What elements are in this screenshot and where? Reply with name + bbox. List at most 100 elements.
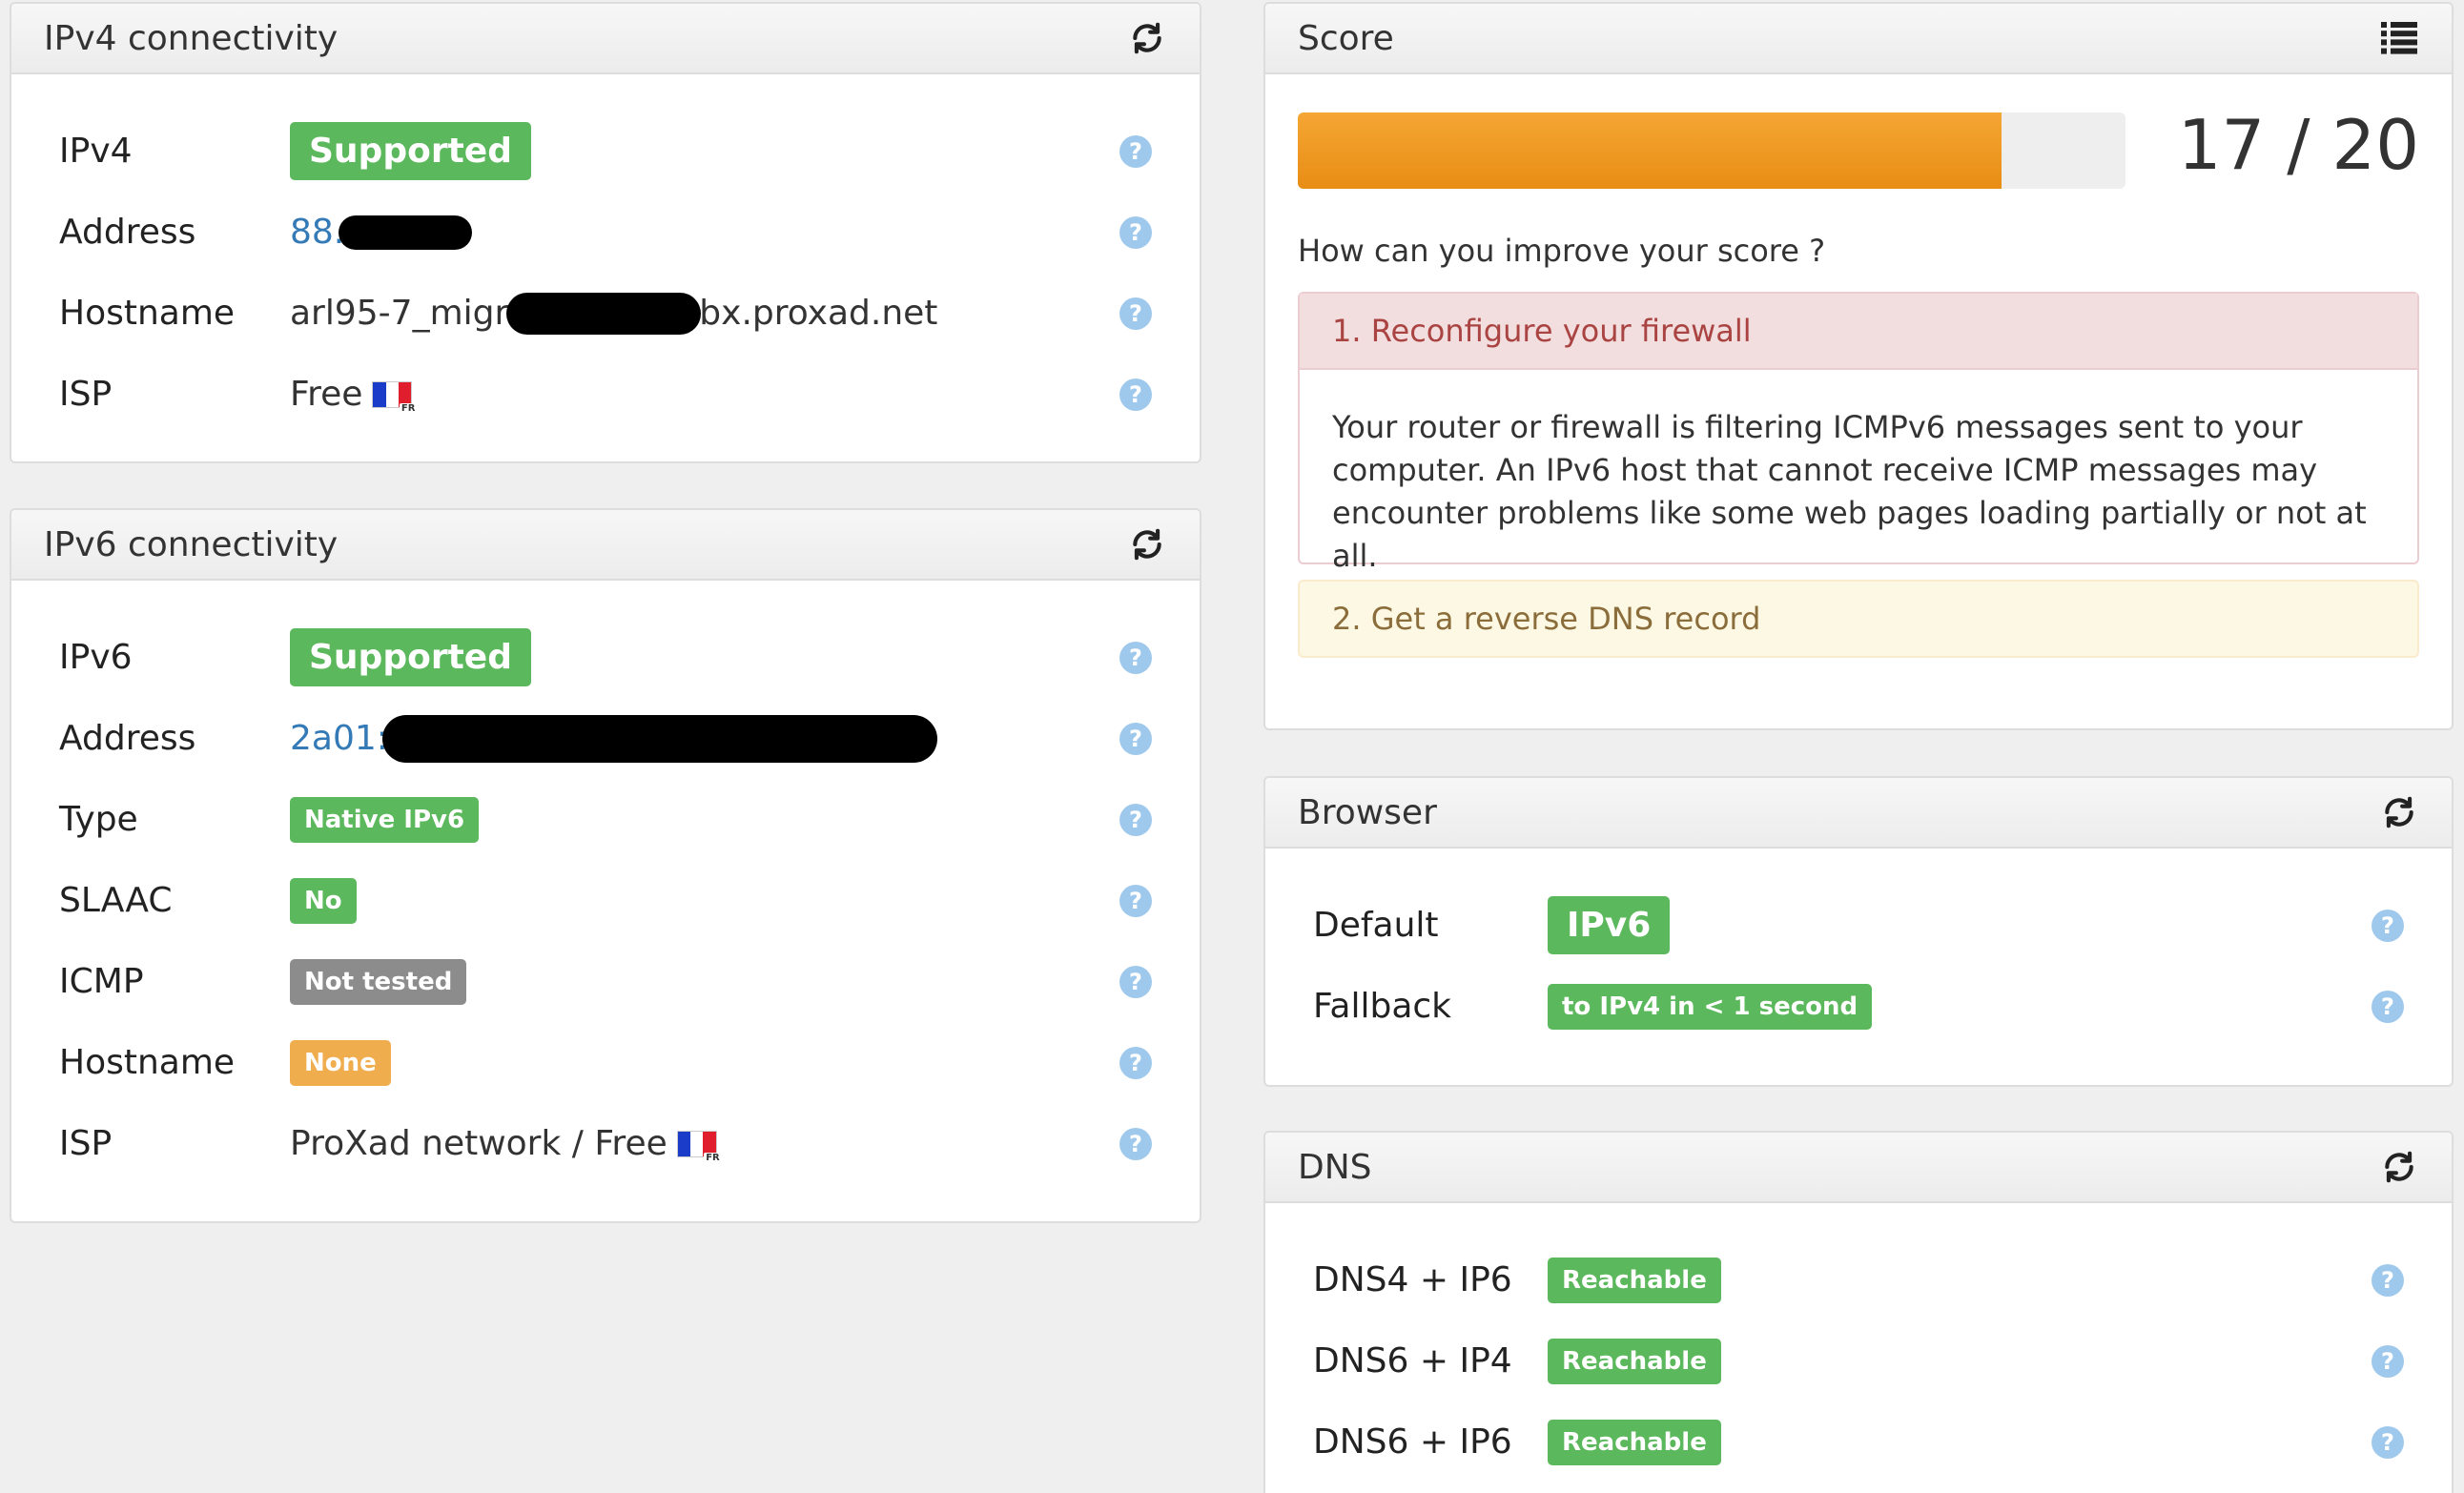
ipv6-hostname-badge: None [290,1039,391,1086]
browser-refresh-icon[interactable] [2379,792,2419,832]
ipv6-address-row: Address 2a01: ? [11,698,1200,779]
ipv6-refresh-icon[interactable] [1127,524,1167,564]
dns6-ip6-row: DNS6 + IP6 Reachable ? [1265,1401,2452,1483]
dns6-ip6-label: DNS6 + IP6 [1313,1422,1512,1462]
help-icon[interactable]: ? [1119,1127,1152,1160]
ipv6-panel-body: IPv6 Supported ? Address 2a01: ? Type Na… [11,581,1200,1221]
score-panel-title: Score [1298,18,1394,58]
help-icon[interactable]: ? [2372,1344,2404,1378]
ipv4-refresh-icon[interactable] [1127,18,1167,58]
help-icon[interactable]: ? [1119,884,1152,917]
ipv6-isp-label: ISP [59,1124,113,1163]
help-icon[interactable]: ? [1119,722,1152,755]
ipv6-address-link[interactable]: 2a01: [290,719,388,758]
dns4-ip6-label: DNS4 + IP6 [1313,1260,1512,1299]
ipv4-supported-badge: Supported [290,122,531,180]
ipv6-status-label: IPv6 [59,638,133,677]
dns-panel-body: DNS4 + IP6 Reachable ? DNS6 + IP4 Reacha… [1265,1203,2452,1493]
help-icon[interactable]: ? [1119,641,1152,674]
ipv6-status-row: IPv6 Supported ? [11,617,1200,698]
help-icon[interactable]: ? [1119,134,1152,168]
help-icon[interactable]: ? [1119,965,1152,998]
ipv6-type-badge: Native IPv6 [290,796,480,843]
ipv6-slaac-row: SLAAC No ? [11,860,1200,941]
score-progress-bar [1298,112,2125,189]
dns-refresh-icon[interactable] [2379,1147,2419,1187]
ipv4-panel-header: IPv4 connectivity [11,4,1200,74]
score-value: 17 / 20 [2177,105,2419,185]
ipv6-icmp-label: ICMP [59,962,144,1001]
ipv4-hostname-label: Hostname [59,294,236,333]
browser-default-row: Default IPv6 ? [1265,885,2452,966]
ipv4-hostname-suffix: bx.proxad.net [699,294,938,333]
browser-fallback-row: Fallback to IPv4 in < 1 second ? [1265,966,2452,1047]
france-flag-icon: FR [676,1130,722,1164]
browser-fallback-label: Fallback [1313,987,1452,1026]
reverse-dns-tip[interactable]: 2. Get a reverse DNS record [1298,580,2419,658]
help-icon[interactable]: ? [1119,378,1152,411]
ipv6-icmp-badge: Not tested [290,958,467,1005]
ipv4-status-label: IPv4 [59,132,133,171]
firewall-tip-body: Your router or firewall is filtering ICM… [1332,409,2367,574]
score-panel-header: Score [1265,4,2452,74]
ipv6-slaac-badge: No [290,877,357,924]
ipv6-hostname-row: Hostname None ? [11,1022,1200,1103]
ipv4-isp-row: ISP Free FR ? [11,354,1200,435]
help-icon[interactable]: ? [1119,215,1152,249]
help-icon[interactable]: ? [2372,1425,2404,1459]
dns-panel-header: DNS [1265,1133,2452,1203]
list-icon[interactable] [2379,18,2419,58]
ipv6-supported-badge: Supported [290,628,531,686]
ipv4-address-label: Address [59,213,196,252]
ipv6-panel-header: IPv6 connectivity [11,510,1200,581]
score-panel: Score 17 / 20 How can you improve your s… [1263,2,2454,730]
help-icon[interactable]: ? [1119,297,1152,330]
ipv6-panel: IPv6 connectivity IPv6 Supported ? Addre… [10,508,1201,1223]
browser-panel: Browser Default IPv6 ? Fallback to IPv4 … [1263,776,2454,1087]
ipv4-address-link[interactable]: 88. [290,213,344,252]
ipv6-icmp-row: ICMP Not tested ? [11,941,1200,1022]
dns6-ip6-badge: Reachable [1548,1419,1721,1465]
ipv6-type-row: Type Native IPv6 ? [11,779,1200,860]
ipv6-isp-value: ProXad network / Free [290,1124,667,1163]
redaction-mark [381,714,937,763]
ipv6-type-label: Type [59,800,138,839]
browser-default-badge: IPv6 [1548,896,1671,954]
ipv4-isp-value: Free [290,375,363,414]
ipv6-panel-title: IPv6 connectivity [44,524,339,564]
browser-fallback-badge: to IPv4 in < 1 second [1548,983,1873,1030]
ipv4-isp-label: ISP [59,375,113,414]
help-icon[interactable]: ? [2372,1263,2404,1297]
ipv4-panel-body: IPv4 Supported ? Address 88. ? Hostname … [11,74,1200,461]
ipv4-panel-title: IPv4 connectivity [44,18,339,58]
france-flag-icon: FR [372,380,418,415]
dns-panel: DNS DNS4 + IP6 Reachable ? DNS6 + IP4 Re… [1263,1131,2454,1493]
browser-panel-header: Browser [1265,778,2452,849]
ipv4-panel: IPv4 connectivity IPv4 Supported ? Addre… [10,2,1201,463]
ipv6-slaac-label: SLAAC [59,881,173,920]
help-icon[interactable]: ? [1119,803,1152,836]
browser-panel-body: Default IPv6 ? Fallback to IPv4 in < 1 s… [1265,849,2452,1085]
dns6-ip4-badge: Reachable [1548,1338,1721,1384]
redaction-mark [506,292,702,335]
browser-default-label: Default [1313,906,1439,945]
ipv4-hostname-prefix: arl95-7_migr [290,294,509,333]
ipv6-address-label: Address [59,719,196,758]
dns-panel-title: DNS [1298,1147,1372,1187]
improve-score-question: How can you improve your score ? [1298,233,1826,269]
browser-panel-title: Browser [1298,792,1437,832]
dns6-ip4-row: DNS6 + IP4 Reachable ? [1265,1320,2452,1401]
help-icon[interactable]: ? [2372,990,2404,1023]
ipv6-isp-row: ISP ProXad network / Free FR ? [11,1103,1200,1184]
dns6-ip4-label: DNS6 + IP4 [1313,1341,1512,1381]
ipv4-status-row: IPv4 Supported ? [11,111,1200,192]
ipv4-hostname-row: Hostname arl95-7_migr bx.proxad.net ? [11,273,1200,354]
help-icon[interactable]: ? [2372,909,2404,942]
firewall-tip-title[interactable]: 1. Reconfigure your firewall [1300,294,2417,370]
score-progress-fill [1298,112,2002,189]
ipv4-address-row: Address 88. ? [11,192,1200,273]
ipv6-hostname-label: Hostname [59,1043,236,1082]
dns4-ip6-badge: Reachable [1548,1257,1721,1303]
redaction-mark [339,215,473,250]
help-icon[interactable]: ? [1119,1046,1152,1079]
